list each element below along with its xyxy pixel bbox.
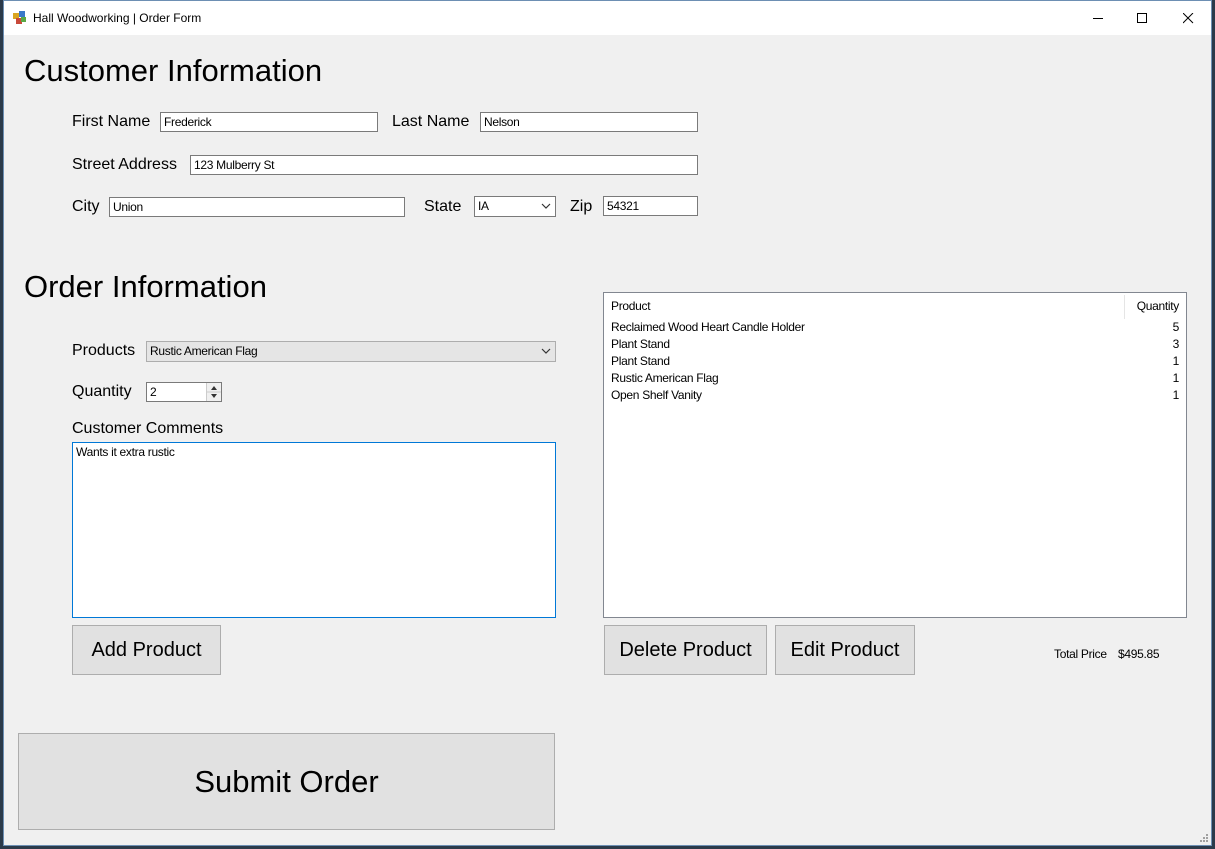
list-item-quantity: 1	[1172, 354, 1180, 368]
spinner-arrows-glyph	[207, 386, 221, 398]
list-item[interactable]: Reclaimed Wood Heart Candle Holder 5	[611, 320, 1179, 337]
column-header-quantity[interactable]: Quantity	[1137, 299, 1180, 313]
quantity-value: 2	[150, 385, 157, 399]
street-address-input[interactable]: 123 Mulberry St	[190, 155, 698, 175]
list-item[interactable]: Plant Stand 1	[611, 354, 1179, 371]
column-header-product[interactable]: Product	[611, 299, 651, 313]
last-name-label: Last Name	[392, 113, 470, 130]
close-icon	[1182, 12, 1193, 23]
last-name-input[interactable]: Nelson	[480, 112, 698, 132]
list-item-quantity: 1	[1172, 371, 1180, 385]
quantity-label: Quantity	[72, 383, 132, 400]
edit-product-button[interactable]: Edit Product	[775, 625, 915, 675]
products-value: Rustic American Flag	[150, 344, 258, 358]
column-divider	[1124, 295, 1125, 319]
customer-info-heading: Customer Information	[24, 53, 323, 88]
total-price-label: Total Price	[1054, 647, 1107, 661]
quantity-stepper[interactable]: 2	[146, 382, 222, 402]
minimize-icon	[1092, 17, 1103, 19]
list-item-quantity: 1	[1172, 388, 1180, 402]
state-select[interactable]: IA	[474, 196, 556, 217]
submit-order-button[interactable]: Submit Order	[18, 733, 555, 830]
street-address-label: Street Address	[72, 156, 177, 173]
zip-label: Zip	[570, 198, 593, 215]
total-price-value: $495.85	[1118, 647, 1160, 661]
city-label: City	[72, 198, 100, 215]
state-label: State	[424, 198, 462, 215]
list-item[interactable]: Plant Stand 3	[611, 337, 1179, 354]
list-item-product: Reclaimed Wood Heart Candle Holder	[611, 320, 805, 334]
order-form-window: Hall Woodworking | Order Form Customer I…	[3, 0, 1212, 846]
add-product-button[interactable]: Add Product	[72, 625, 221, 675]
products-select[interactable]: Rustic American Flag	[146, 341, 556, 362]
resize-grip-icon[interactable]	[1199, 833, 1209, 843]
first-name-input[interactable]: Frederick	[160, 112, 378, 132]
order-info-heading: Order Information	[24, 269, 267, 304]
zip-input[interactable]: 54321	[603, 196, 698, 216]
title-bar: Hall Woodworking | Order Form	[4, 1, 1211, 35]
chevron-down-icon	[541, 348, 551, 354]
maximize-button[interactable]	[1119, 1, 1165, 35]
list-item-product: Open Shelf Vanity	[611, 388, 702, 402]
minimize-button[interactable]	[1075, 1, 1121, 35]
first-name-label: First Name	[72, 113, 151, 130]
city-input[interactable]: Union	[109, 197, 405, 217]
products-label: Products	[72, 342, 136, 359]
list-item-quantity: 3	[1172, 337, 1180, 351]
chevron-down-icon	[541, 203, 551, 209]
list-item-quantity: 5	[1172, 320, 1180, 334]
maximize-icon	[1136, 12, 1147, 23]
comments-label: Customer Comments	[72, 420, 224, 437]
list-item[interactable]: Rustic American Flag 1	[611, 371, 1179, 388]
app-icon	[13, 11, 26, 24]
comments-textarea[interactable]: Wants it extra rustic	[72, 442, 556, 618]
delete-product-button[interactable]: Delete Product	[604, 625, 767, 675]
order-list[interactable]: Product Quantity Reclaimed Wood Heart Ca…	[603, 292, 1187, 618]
window-title: Hall Woodworking | Order Form	[33, 11, 202, 25]
close-button[interactable]	[1165, 1, 1211, 35]
state-value: IA	[478, 199, 489, 213]
list-item-product: Plant Stand	[611, 337, 670, 351]
list-item-product: Rustic American Flag	[611, 371, 719, 385]
list-item-product: Plant Stand	[611, 354, 670, 368]
spinner-arrows-icon[interactable]	[206, 383, 221, 401]
list-item[interactable]: Open Shelf Vanity 1	[611, 388, 1179, 405]
